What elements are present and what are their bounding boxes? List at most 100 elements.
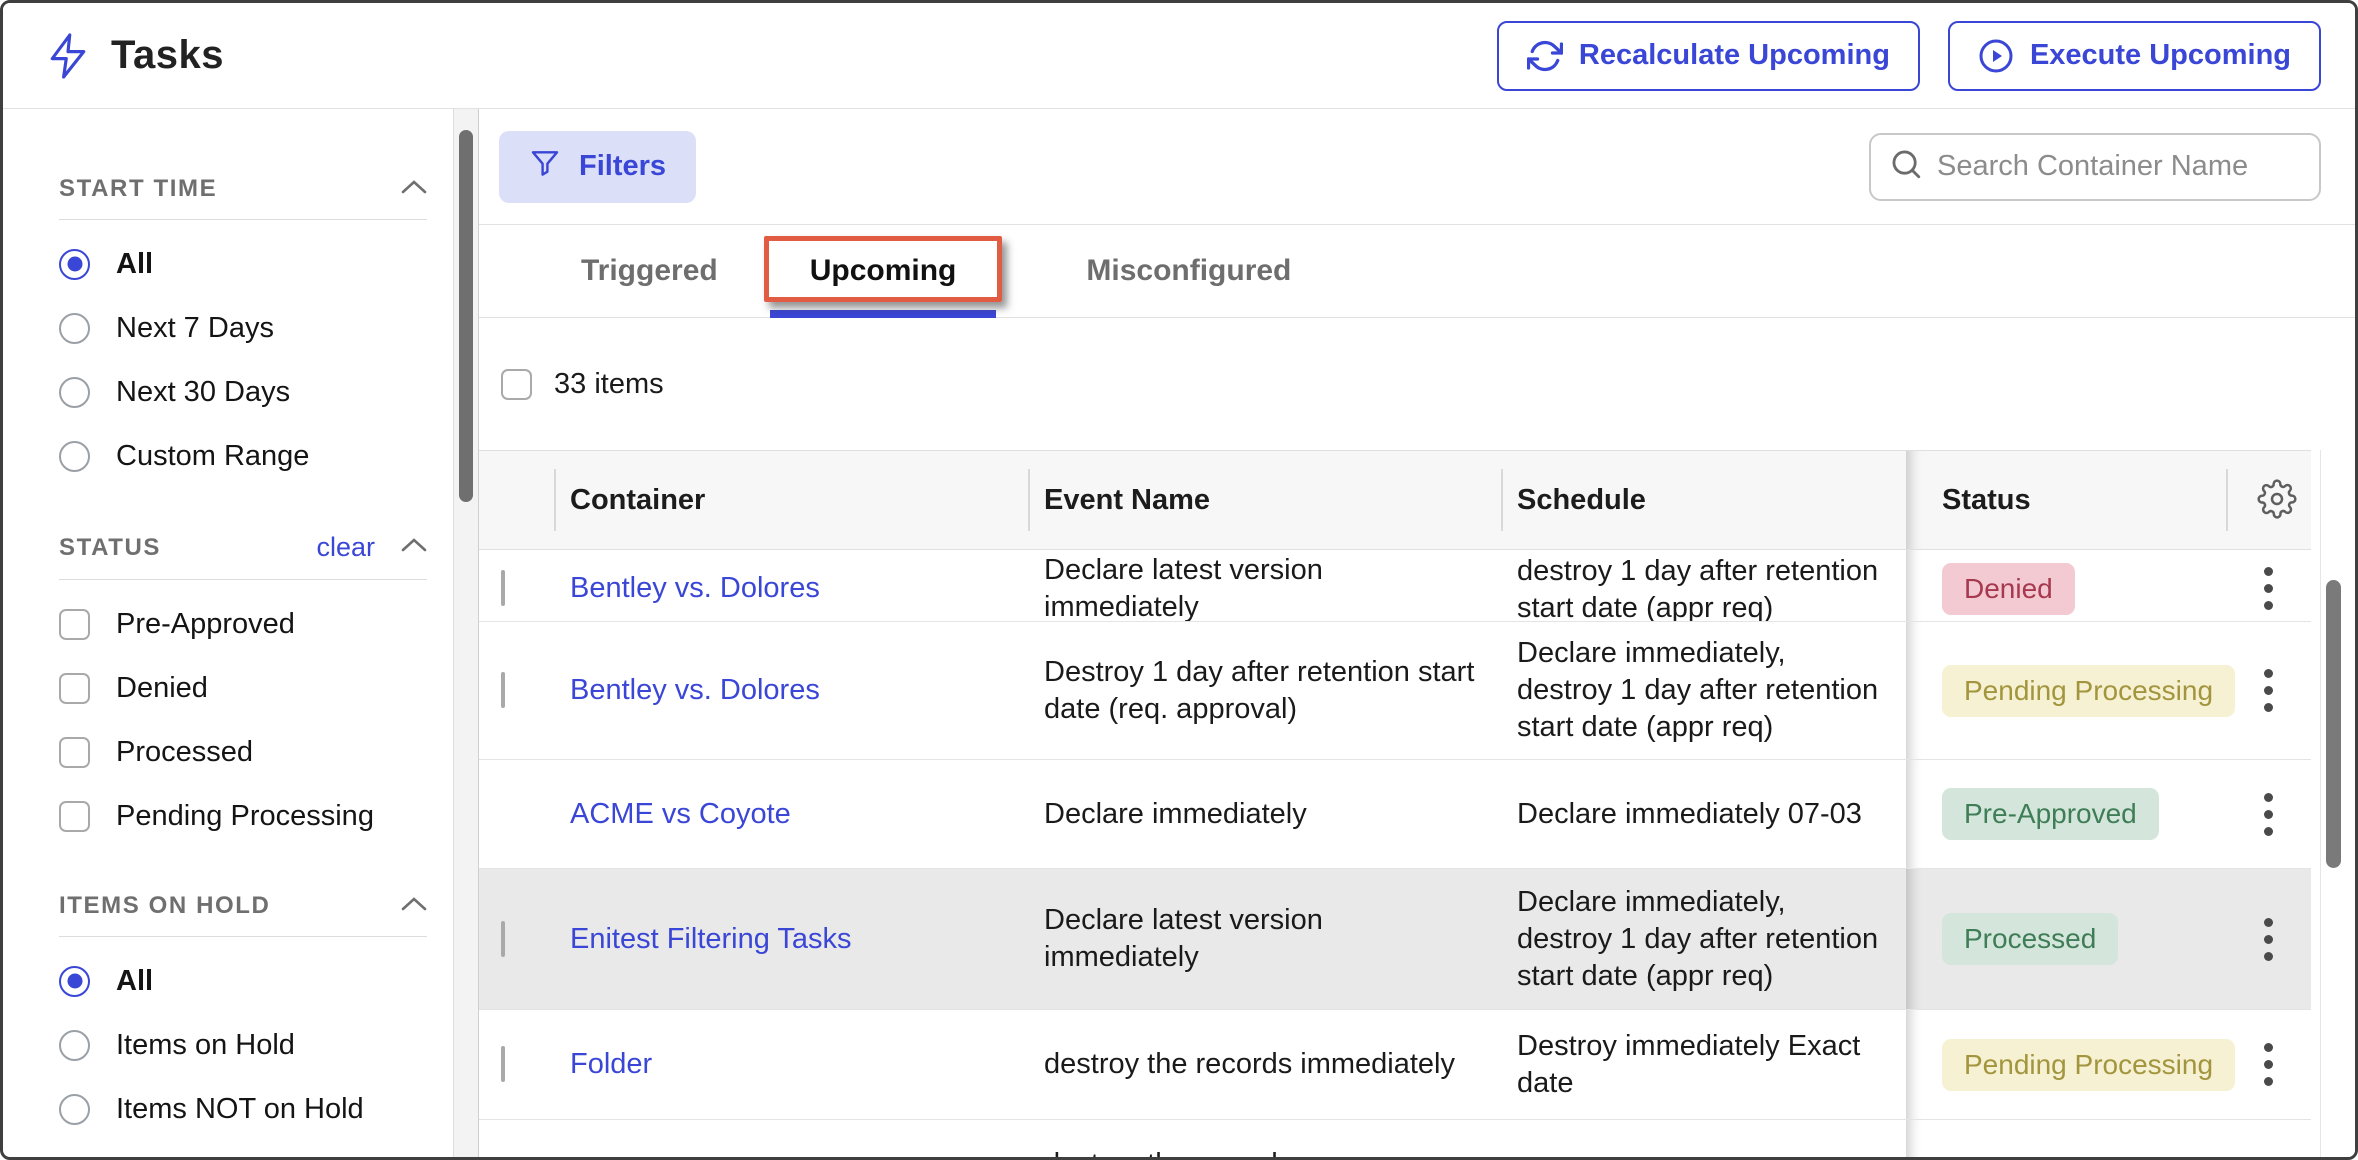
container-link[interactable]: Enitest Filtering Tasks bbox=[570, 923, 852, 955]
filter-section-status: STATUS clear Pre-Approved Denied bbox=[59, 532, 427, 848]
checkbox-pending-processing[interactable]: Pending Processing bbox=[59, 784, 427, 848]
recalculate-upcoming-button[interactable]: Recalculate Upcoming bbox=[1497, 21, 1920, 91]
row-menu-button[interactable] bbox=[2252, 906, 2285, 973]
table-row: Bentley vs. Dolores Destroy 1 day after … bbox=[479, 622, 2311, 760]
checkbox-denied[interactable]: Denied bbox=[59, 656, 427, 720]
container-link[interactable]: Bentley vs. Dolores bbox=[570, 572, 820, 604]
items-count-label: 33 items bbox=[554, 368, 664, 401]
checkbox-pre-approved[interactable]: Pre-Approved bbox=[59, 592, 427, 656]
execute-upcoming-label: Execute Upcoming bbox=[2030, 39, 2291, 72]
status-badge: Denied bbox=[1942, 563, 2075, 615]
tasks-table: Container Event Name Schedule Status bbox=[479, 450, 2311, 1157]
radio-next-30-days[interactable]: Next 30 Days bbox=[59, 360, 427, 424]
container-link[interactable]: Folder bbox=[570, 1048, 652, 1080]
lightning-bolt-icon bbox=[47, 31, 89, 81]
tab-upcoming[interactable]: Upcoming bbox=[764, 225, 1003, 317]
row-checkbox[interactable] bbox=[501, 570, 505, 606]
table-row: Folder destroy the records immediately D… bbox=[479, 1010, 2311, 1120]
row-menu-button[interactable] bbox=[2252, 657, 2285, 724]
schedule-cell: Declare immediately 07-03 bbox=[1501, 796, 1906, 833]
header-container[interactable]: Container bbox=[554, 451, 1028, 549]
row-select-cell bbox=[479, 1046, 554, 1083]
schedule-cell: Declare immediately, destroy 1 day after… bbox=[1501, 635, 1906, 746]
tab-bar: Triggered Upcoming Misconfigured bbox=[479, 225, 2355, 318]
radio-selected-icon bbox=[59, 966, 90, 997]
actions-cell bbox=[2226, 622, 2311, 759]
row-menu-button[interactable] bbox=[2252, 1031, 2285, 1098]
status-badge: Pending Processing bbox=[1942, 665, 2235, 717]
main-scrollbar-thumb[interactable] bbox=[2326, 580, 2341, 868]
status-cell: Pre-Approved bbox=[1906, 760, 2226, 868]
chevron-up-icon[interactable] bbox=[401, 180, 427, 199]
header-actions: Recalculate Upcoming Execute Upcoming bbox=[1497, 21, 2321, 91]
row-menu-button[interactable] bbox=[2252, 555, 2285, 622]
checkbox-label: Denied bbox=[116, 672, 208, 705]
radio-icon bbox=[59, 1094, 90, 1125]
schedule-cell: Declare immediately, destroy 1 day after… bbox=[1501, 884, 1906, 995]
container-cell: Bentley vs. Dolores bbox=[554, 672, 1028, 709]
header-status[interactable]: Status bbox=[1906, 451, 2226, 549]
checkbox-label: Pending Processing bbox=[116, 800, 374, 833]
radio-icon bbox=[59, 313, 90, 344]
table-row: Enitest Filtering Tasks Declare latest v… bbox=[479, 869, 2311, 1010]
status-cell: Pending Processing bbox=[1906, 1010, 2226, 1119]
schedule-cell: Destroy immediately Exact date bbox=[1501, 1028, 1906, 1102]
row-menu-button[interactable] bbox=[2252, 781, 2285, 848]
radio-selected-icon bbox=[59, 249, 90, 280]
main-scrollbar-track bbox=[2320, 450, 2321, 1157]
radio-icon bbox=[59, 441, 90, 472]
radio-next-7-days[interactable]: Next 7 Days bbox=[59, 296, 427, 360]
tab-label: Triggered bbox=[581, 254, 718, 288]
select-all-checkbox[interactable] bbox=[501, 369, 532, 400]
radio-hold-all[interactable]: All bbox=[59, 949, 427, 1013]
event-name-cell: destroy the records immediately bbox=[1028, 1046, 1501, 1083]
radio-start-time-all[interactable]: All bbox=[59, 232, 427, 296]
actions-cell bbox=[2226, 1120, 2311, 1157]
sidebar-scrollbar-track[interactable] bbox=[453, 109, 479, 1157]
filter-sidebar: START TIME All Next 7 Days N bbox=[3, 109, 453, 1157]
filters-label: Filters bbox=[579, 150, 666, 183]
status-cell: Pending Processing bbox=[1906, 622, 2226, 759]
checkbox-icon bbox=[59, 609, 90, 640]
chevron-up-icon[interactable] bbox=[401, 897, 427, 916]
container-link[interactable]: Bentley vs. Dolores bbox=[570, 674, 820, 706]
checkbox-label: Pre-Approved bbox=[116, 608, 295, 641]
table-row: ACME vs Coyote Declare immediately Decla… bbox=[479, 760, 2311, 869]
checkbox-icon bbox=[59, 737, 90, 768]
row-checkbox[interactable] bbox=[501, 921, 505, 957]
app-header: Tasks Recalculate Upcoming Execute bbox=[3, 3, 2355, 109]
actions-cell bbox=[2226, 760, 2311, 868]
radio-items-not-on-hold[interactable]: Items NOT on Hold bbox=[59, 1077, 427, 1141]
container-cell: ACME vs Coyote bbox=[554, 796, 1028, 833]
event-name-cell: Declare immediately bbox=[1028, 796, 1501, 833]
tab-misconfigured[interactable]: Misconfigured bbox=[1040, 225, 1337, 317]
active-tab-underline bbox=[770, 310, 997, 318]
clear-status-link[interactable]: clear bbox=[316, 532, 375, 563]
filter-section-items-on-hold: ITEMS ON HOLD All Items on Hold bbox=[59, 892, 427, 1141]
tab-triggered[interactable]: Triggered bbox=[535, 225, 764, 317]
event-name-cell: Destroy 1 day after retention start date… bbox=[1028, 654, 1501, 728]
radio-icon bbox=[59, 1030, 90, 1061]
checkbox-processed[interactable]: Processed bbox=[59, 720, 427, 784]
chevron-up-icon[interactable] bbox=[401, 538, 427, 557]
radio-items-on-hold[interactable]: Items on Hold bbox=[59, 1013, 427, 1077]
radio-custom-range[interactable]: Custom Range bbox=[59, 424, 427, 488]
column-settings-button[interactable] bbox=[2257, 479, 2297, 522]
table-header-row: Container Event Name Schedule Status bbox=[479, 450, 2311, 550]
row-checkbox[interactable] bbox=[501, 672, 505, 708]
divider bbox=[59, 936, 427, 937]
header-schedule[interactable]: Schedule bbox=[1501, 451, 1906, 549]
status-cell: Processed bbox=[1906, 869, 2226, 1009]
search-input[interactable] bbox=[1937, 150, 2301, 183]
brand: Tasks bbox=[47, 31, 224, 81]
header-event-name[interactable]: Event Name bbox=[1028, 451, 1501, 549]
schedule-cell: Declare immediately, destroy 1 day after… bbox=[1501, 550, 1906, 622]
sidebar-scrollbar-thumb[interactable] bbox=[459, 130, 473, 502]
execute-upcoming-button[interactable]: Execute Upcoming bbox=[1948, 21, 2321, 91]
row-checkbox[interactable] bbox=[501, 1046, 505, 1082]
filters-button[interactable]: Filters bbox=[499, 131, 696, 203]
schedule-text: Declare immediately, destroy 1 day after… bbox=[1517, 550, 1880, 622]
divider bbox=[59, 219, 427, 220]
container-link[interactable]: ACME vs Coyote bbox=[570, 798, 791, 830]
radio-label: All bbox=[116, 248, 153, 281]
